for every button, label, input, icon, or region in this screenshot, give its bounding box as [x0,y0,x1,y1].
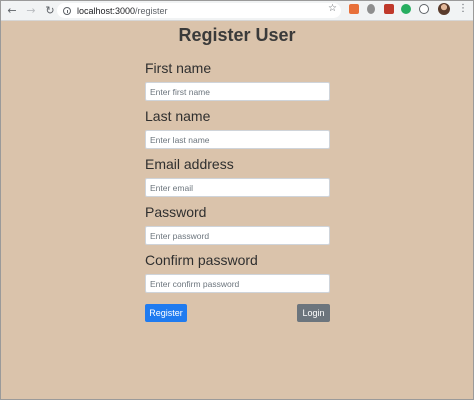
confirm-password-label: Confirm password [145,252,258,268]
confirm-password-input[interactable] [145,274,330,293]
login-button[interactable]: Login [297,304,330,322]
password-label: Password [145,204,207,220]
extension-icon[interactable] [367,4,375,14]
first-name-label: First name [145,60,212,76]
browser-window: ← → ↻ localhost:3000/register ☆ ⋮ Regist… [0,0,474,400]
browser-toolbar: ← → ↻ localhost:3000/register ☆ ⋮ [1,1,473,21]
url-path: /register [135,5,168,16]
profile-avatar[interactable] [438,3,450,15]
address-bar[interactable]: localhost:3000/register ☆ [57,3,341,18]
register-form: First name Last name Email address Passw… [145,58,330,298]
page-title: Register User [178,25,296,45]
register-button[interactable]: Register [145,304,187,322]
forward-arrow-icon[interactable]: → [23,3,39,19]
first-name-input[interactable] [145,82,330,101]
back-arrow-icon[interactable]: ← [4,3,20,19]
reload-icon[interactable]: ↻ [42,3,58,19]
address-url[interactable]: localhost:3000/register [77,6,168,16]
email-label: Email address [145,156,234,172]
browser-menu-icon[interactable]: ⋮ [458,3,468,14]
extension-icon[interactable] [419,4,429,14]
last-name-input[interactable] [145,130,330,149]
site-info-icon[interactable] [63,6,71,15]
email-input[interactable] [145,178,330,197]
extension-icon[interactable] [401,4,411,14]
last-name-label: Last name [145,108,211,124]
password-input[interactable] [145,226,330,245]
extension-icon[interactable] [349,4,359,14]
bookmark-star-icon[interactable]: ☆ [328,3,337,14]
url-host: localhost:3000 [77,5,136,16]
extension-icon[interactable] [384,4,394,14]
